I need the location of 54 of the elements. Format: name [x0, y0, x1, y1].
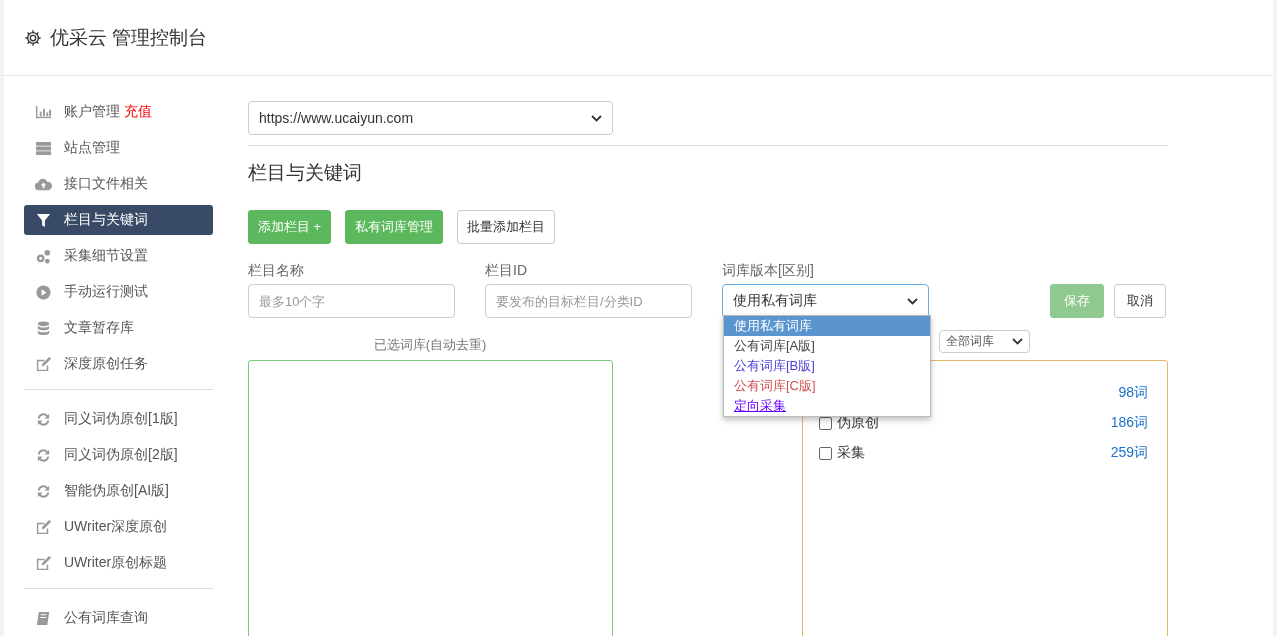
sidebar-item[interactable]: 深度原创任务 — [24, 349, 213, 379]
sidebar-item[interactable]: 账户管理 充值 — [24, 97, 213, 127]
gears-icon — [35, 247, 52, 265]
dropdown-option[interactable]: 公有词库[B版] — [724, 356, 930, 376]
dropdown-option[interactable]: 公有词库[A版] — [724, 336, 930, 356]
sidebar-item[interactable]: 公有词库查询 — [24, 603, 213, 633]
play-icon — [35, 283, 52, 301]
sidebar-item[interactable]: 文章暂存库 — [24, 313, 213, 343]
edit-icon — [35, 554, 52, 572]
field-label: 词库版本[区别] — [722, 262, 815, 280]
settings-icon — [24, 28, 42, 47]
cancel-button[interactable]: 取消 — [1114, 284, 1166, 318]
refresh-icon — [35, 482, 52, 500]
sidebar-item[interactable]: 接口文件相关 — [24, 169, 213, 199]
app-title: 优采云 管理控制台 — [50, 25, 208, 50]
word-count: 259词 — [1110, 444, 1148, 462]
box-label: 已选词库(自动去重) — [372, 336, 488, 354]
refresh-icon — [35, 410, 52, 428]
word-count: 186词 — [1110, 414, 1148, 432]
site-select[interactable]: https://www.ucaiyun.com — [248, 101, 613, 135]
sidebar-item[interactable]: 站点管理 — [24, 133, 213, 163]
field-label: 栏目ID — [485, 262, 528, 280]
input-field[interactable]: 要发布的目标栏目/分类ID — [485, 284, 692, 318]
chevron-down-icon — [907, 297, 918, 305]
library-filter-select[interactable]: 全部词库 — [939, 330, 1030, 353]
sidebar-item[interactable]: 智能伪原创[AI版] — [24, 476, 213, 506]
server-icon — [35, 139, 52, 157]
section-title: 栏目与关键词 — [248, 161, 363, 185]
library-select[interactable]: 使用私有词库 — [722, 284, 929, 318]
chevron-down-icon — [591, 114, 602, 122]
edit-icon — [35, 355, 52, 373]
refresh-icon — [35, 446, 52, 464]
input-field[interactable]: 最多10个字 — [248, 284, 455, 318]
bar-chart-icon — [35, 103, 52, 121]
library-name: 采集 — [837, 444, 865, 462]
database-icon — [35, 319, 52, 337]
action-button[interactable]: 批量添加栏目 — [457, 210, 556, 244]
sidebar-item[interactable]: 手动运行测试 — [24, 277, 213, 307]
book-icon — [35, 609, 52, 627]
recharge-link[interactable]: 充值 — [124, 103, 152, 121]
dropdown-option[interactable]: 公有词库[C版] — [724, 376, 930, 396]
sidebar-item[interactable]: 同义词伪原创[2版] — [24, 440, 213, 470]
sidebar-item[interactable]: UWriter原创标题 — [24, 548, 213, 578]
edit-icon — [35, 518, 52, 536]
filter-icon — [35, 211, 52, 229]
chevron-down-icon — [1012, 338, 1023, 345]
sidebar-item[interactable]: 采集细节设置 — [24, 241, 213, 271]
dropdown-option[interactable]: 定向采集 — [724, 396, 930, 416]
field-label: 栏目名称 — [248, 262, 305, 280]
sidebar-item[interactable]: 栏目与关键词 — [24, 205, 213, 235]
sidebar-item[interactable]: UWriter深度原创 — [24, 512, 213, 542]
checkbox[interactable] — [819, 446, 832, 460]
word-count: 98词 — [1118, 384, 1148, 402]
sidebar-item[interactable]: 同义词伪原创[1版] — [24, 404, 213, 434]
